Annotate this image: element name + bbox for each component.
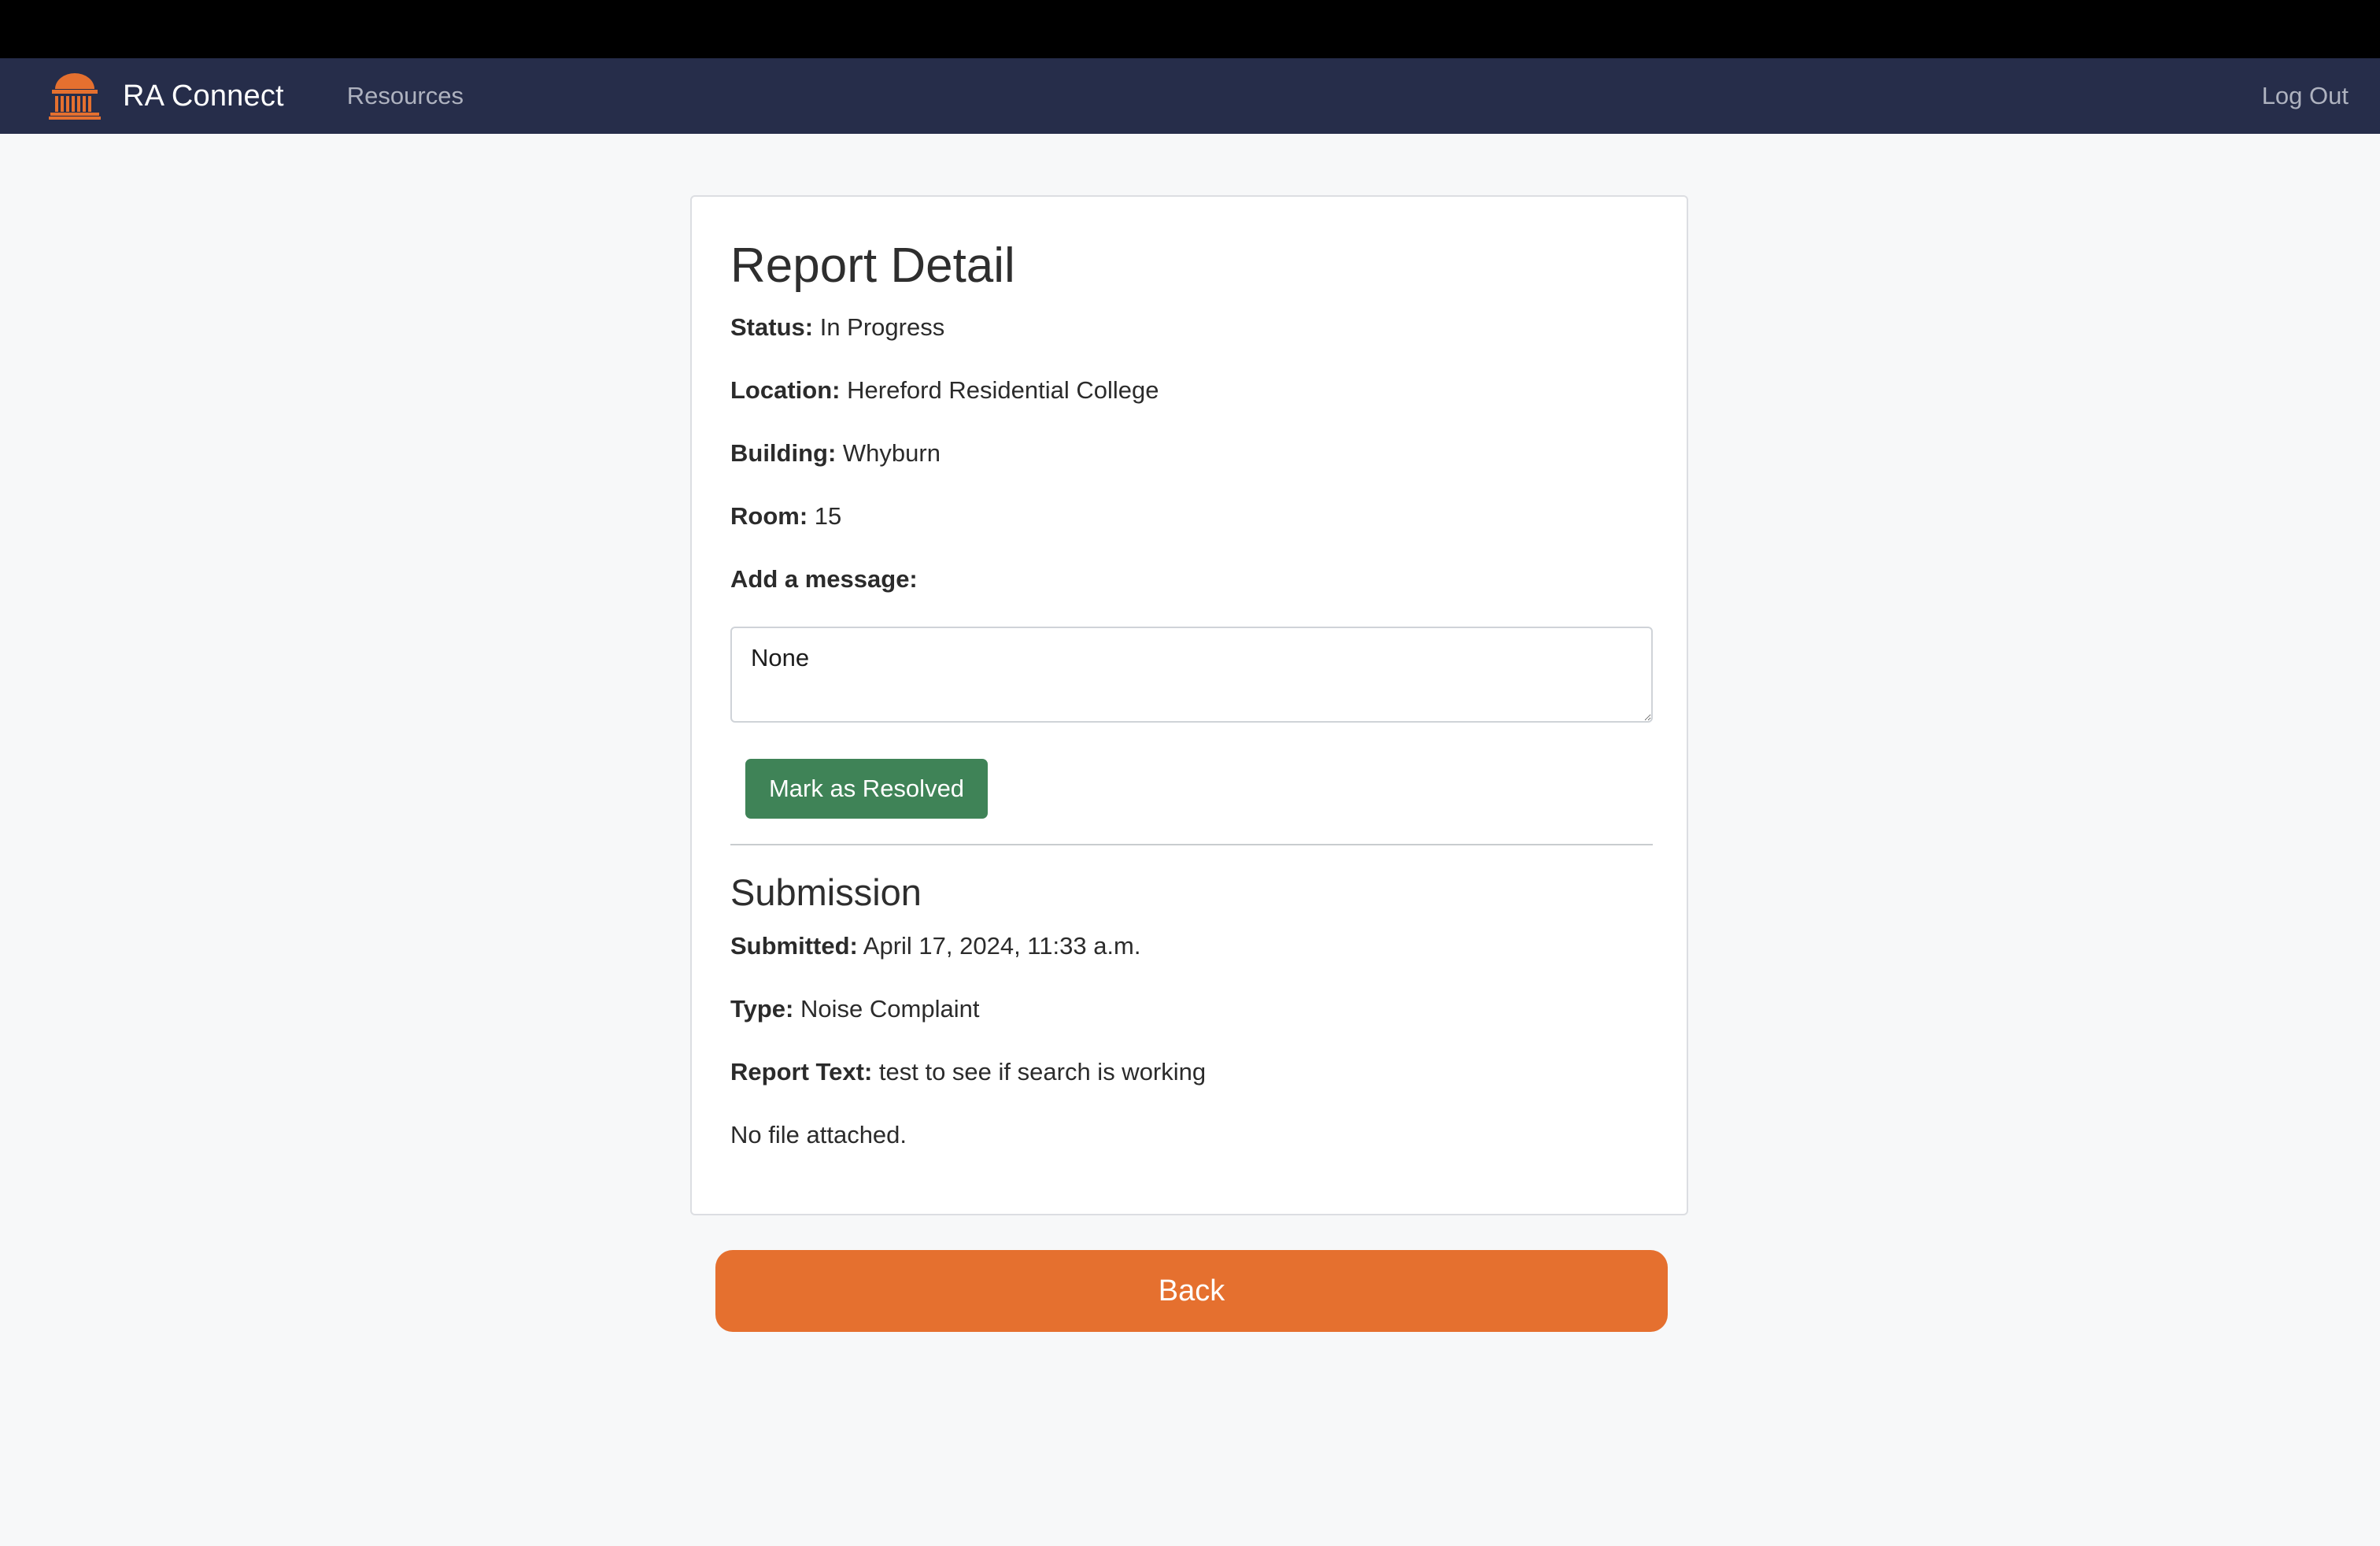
location-label: Location: xyxy=(730,376,841,404)
building-label: Building: xyxy=(730,439,837,467)
room-label: Room: xyxy=(730,502,808,530)
building-value: Whyburn xyxy=(842,439,941,467)
message-textarea[interactable]: None xyxy=(730,627,1653,723)
room-field: Room: 15 xyxy=(730,502,841,531)
message-field: Add a message: xyxy=(730,565,918,594)
submitted-label: Submitted: xyxy=(730,932,858,960)
report-detail-card: Report Detail Status: In Progress Locati… xyxy=(690,195,1688,1215)
navbar: RA Connect Resources Log Out xyxy=(0,58,2380,134)
rotunda-logo-icon xyxy=(49,73,101,120)
brand-link[interactable]: RA Connect xyxy=(49,72,284,120)
type-field: Type: Noise Complaint xyxy=(730,995,979,1023)
submitted-field: Submitted: April 17, 2024, 11:33 a.m. xyxy=(730,932,1140,960)
status-label: Status: xyxy=(730,313,814,341)
nav-link-resources[interactable]: Resources xyxy=(347,82,464,110)
mark-as-resolved-button[interactable]: Mark as Resolved xyxy=(745,759,988,819)
window-top-bar xyxy=(0,0,2380,58)
submitted-value: April 17, 2024, 11:33 a.m. xyxy=(863,932,1141,960)
message-label: Add a message: xyxy=(730,565,918,593)
file-note: No file attached. xyxy=(730,1121,907,1148)
section-divider xyxy=(730,844,1653,845)
type-value: Noise Complaint xyxy=(800,995,980,1023)
report-text-label: Report Text: xyxy=(730,1058,873,1086)
room-value: 15 xyxy=(814,502,842,530)
report-text-field: Report Text: test to see if search is wo… xyxy=(730,1058,1206,1086)
status-value: In Progress xyxy=(819,313,945,341)
report-text-value: test to see if search is working xyxy=(878,1058,1207,1086)
type-label: Type: xyxy=(730,995,794,1023)
status-field: Status: In Progress xyxy=(730,313,944,342)
submission-heading: Submission xyxy=(730,871,922,913)
brand-name: RA Connect xyxy=(123,79,284,113)
location-value: Hereford Residential College xyxy=(847,376,1159,404)
logout-link[interactable]: Log Out xyxy=(2262,82,2349,110)
location-field: Location: Hereford Residential College xyxy=(730,376,1159,405)
back-button[interactable]: Back xyxy=(715,1250,1668,1332)
page-title: Report Detail xyxy=(730,239,1015,293)
building-field: Building: Whyburn xyxy=(730,439,941,468)
